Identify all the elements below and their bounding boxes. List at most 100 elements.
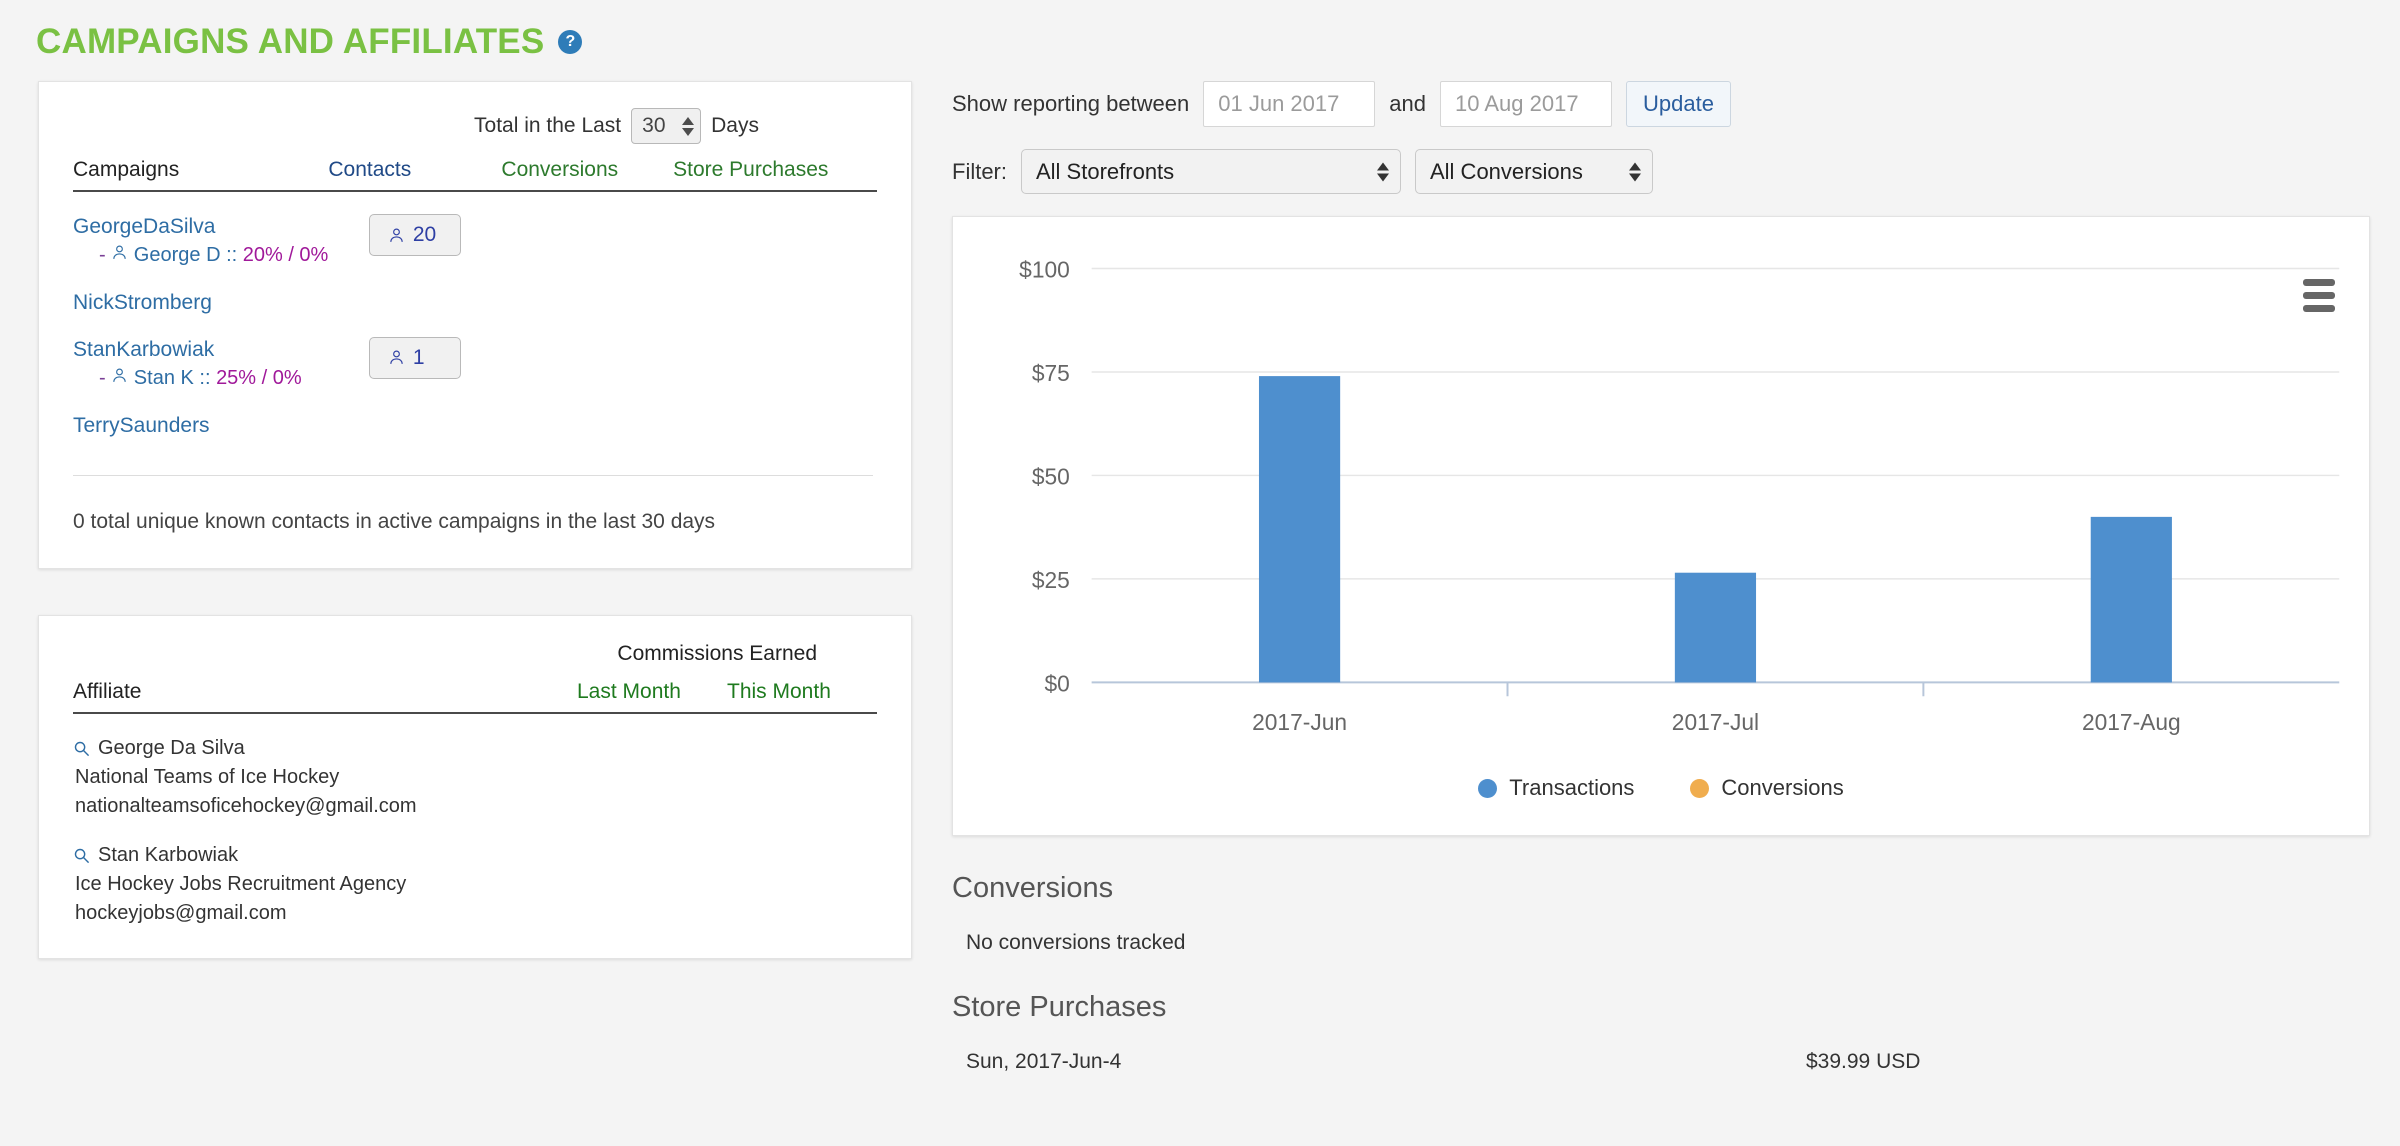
chart-legend: Transactions Conversions: [953, 775, 2369, 801]
transactions-chart-card: $0 $25 $50 $75 $100 2017-Jun 2017-Jul 2017-Aug …: [952, 216, 2370, 836]
contacts-count-label: 1: [412, 345, 425, 369]
y-axis-tick-label: $25: [1032, 567, 1070, 593]
table-row: Stan Karbowiak Ice Hockey Jobs Recruitmen…: [73, 821, 877, 928]
contacts-count-button[interactable]: 20: [368, 214, 461, 256]
store-purchases-cell: [673, 191, 877, 270]
y-axis-tick-label: $50: [1032, 463, 1070, 489]
table-row: GeorgeDaSilva - George D :: 20% / 0% 20: [73, 191, 877, 270]
days-input[interactable]: [642, 114, 677, 138]
affiliates-card: Commissions Earned Affiliate Last Month …: [38, 614, 912, 959]
filter-row: Filter: All Storefronts All Conversions: [952, 149, 2370, 194]
stepper-down-icon[interactable]: [682, 127, 695, 136]
col-header-conversions[interactable]: Conversions: [501, 158, 674, 192]
campaign-name-link[interactable]: GeorgeDaSilva: [73, 214, 328, 240]
affiliate-name-link[interactable]: Stan Karbowiak: [73, 841, 577, 870]
legend-item[interactable]: Conversions: [1690, 775, 1844, 801]
conversions-cell: [501, 393, 673, 439]
affiliate-name-link[interactable]: George Da Silva: [73, 734, 577, 763]
contacts-count-button[interactable]: 1: [368, 336, 461, 379]
this-month-cell: [727, 713, 877, 821]
affiliate-company: National Teams of Ice Hockey: [75, 765, 340, 788]
x-axis-tick-label: 2017-Jul: [1672, 709, 1759, 735]
legend-color-dot: [1690, 778, 1710, 798]
table-row: NickStromberg: [73, 270, 877, 316]
col-header-affiliate: Affiliate: [73, 679, 577, 714]
contacts-cell: 20: [328, 191, 501, 270]
days-stepper[interactable]: [631, 108, 702, 144]
and-label: and: [1389, 91, 1426, 116]
update-button[interactable]: Update: [1625, 81, 1731, 127]
conversions-section-title: Conversions: [952, 872, 1114, 904]
legend-item[interactable]: Transactions: [1478, 775, 1634, 801]
this-month-cell: [727, 821, 877, 928]
conversions-select-wrap[interactable]: All Conversions: [1415, 149, 1653, 194]
page-root: CAMPAIGNS AND AFFILIATES ? Total in the …: [0, 0, 2400, 1146]
page-header: CAMPAIGNS AND AFFILIATES ?: [0, 0, 2400, 59]
col-header-store-purchases[interactable]: Store Purchases: [673, 158, 877, 192]
conversions-select[interactable]: All Conversions: [1415, 149, 1653, 194]
affiliates-table: Affiliate Last Month This Month George D…: [73, 679, 877, 928]
y-axis-tick-label: $0: [1045, 670, 1070, 696]
page-title: CAMPAIGNS AND AFFILIATES: [36, 22, 545, 61]
left-column: Total in the Last Days Campaigns: [0, 81, 912, 959]
start-date-input[interactable]: [1203, 81, 1376, 127]
chart-bar[interactable]: [1674, 572, 1757, 683]
storefront-select-wrap[interactable]: All Storefronts: [1021, 149, 1401, 194]
affiliate-cell: George Da Silva National Teams of Ice Hoc…: [73, 713, 577, 821]
campaign-name-link[interactable]: NickStromberg: [73, 290, 328, 316]
contacts-cell: [328, 270, 501, 316]
store-purchases-cell: [673, 270, 877, 316]
show-reporting-label: Show reporting between: [952, 91, 1190, 116]
store-purchase-row: Sun, 2017-Jun-4 $39.99 USD: [952, 1024, 2370, 1074]
campaign-name-link[interactable]: TerrySaunders: [73, 413, 328, 439]
contacts-cell: [328, 393, 501, 439]
campaign-cell: TerrySaunders: [73, 393, 328, 439]
campaigns-table-body: GeorgeDaSilva - George D :: 20% / 0% 20Nic…: [73, 191, 877, 439]
filter-label: Filter:: [952, 158, 1007, 184]
content-columns: Total in the Last Days Campaigns: [0, 59, 2400, 1074]
totals-suffix-label: Days: [711, 114, 759, 137]
col-header-campaigns: Campaigns: [73, 158, 329, 192]
affiliate-name-label: Stan Karbowiak: [98, 843, 239, 866]
commissions-earned-label: Commissions Earned: [617, 641, 817, 665]
campaigns-table: Campaigns Contacts Conversions Store Pur…: [73, 158, 877, 439]
affiliate-name-label: George Da Silva: [98, 736, 245, 759]
col-header-this-month[interactable]: This Month: [727, 679, 877, 714]
campaign-affiliate-sub[interactable]: - Stan K :: 25% / 0%: [73, 363, 328, 393]
conversions-empty-text: No conversions tracked: [966, 931, 1186, 954]
campaign-affiliate-sub[interactable]: - George D :: 20% / 0%: [73, 240, 328, 270]
last-month-cell: [577, 821, 727, 928]
purchase-amount: $39.99 USD: [1806, 1050, 1921, 1073]
purchase-date: Sun, 2017-Jun-4: [966, 1050, 1122, 1073]
table-row: StanKarbowiak - Stan K :: 25% / 0% 1: [73, 317, 877, 393]
campaign-cell: StanKarbowiak - Stan K :: 25% / 0%: [73, 317, 328, 393]
conversions-cell: [501, 317, 673, 393]
affiliates-table-header: Affiliate Last Month This Month: [73, 679, 877, 714]
days-stepper-arrows[interactable]: [682, 116, 695, 136]
last-month-cell: [577, 713, 727, 821]
contacts-cell: 1: [328, 317, 501, 393]
store-purchases-cell: [673, 393, 877, 439]
affiliates-table-body: George Da Silva National Teams of Ice Hoc…: [73, 713, 877, 928]
storefront-select[interactable]: All Storefronts: [1021, 149, 1401, 194]
campaigns-table-header: Campaigns Contacts Conversions Store Pur…: [73, 158, 877, 192]
y-axis-tick-label: $100: [1019, 256, 1070, 282]
table-row: George Da Silva National Teams of Ice Hoc…: [73, 713, 877, 821]
end-date-input[interactable]: [1439, 81, 1612, 127]
campaign-name-link[interactable]: StanKarbowiak: [73, 337, 328, 363]
store-purchases-cell: [673, 317, 877, 393]
reporting-range-row: Show reporting between and Update: [952, 81, 2370, 127]
question-mark-icon[interactable]: ?: [558, 29, 583, 54]
col-header-contacts[interactable]: Contacts: [328, 158, 502, 192]
affiliate-email: hockeyjobs@gmail.com: [75, 901, 287, 924]
store-purchases-list: Sun, 2017-Jun-4 $39.99 USD: [952, 1024, 2370, 1074]
chart-bar[interactable]: [2090, 516, 2172, 683]
contacts-count-label: 20: [412, 223, 437, 246]
stepper-up-icon[interactable]: [682, 116, 695, 125]
y-axis-tick-label: $75: [1032, 360, 1070, 386]
col-header-last-month[interactable]: Last Month: [577, 679, 727, 714]
campaign-cell: GeorgeDaSilva - George D :: 20% / 0%: [73, 191, 328, 270]
table-row: TerrySaunders: [73, 393, 877, 439]
campaign-cell: NickStromberg: [73, 270, 328, 316]
chart-bar[interactable]: [1258, 376, 1341, 683]
